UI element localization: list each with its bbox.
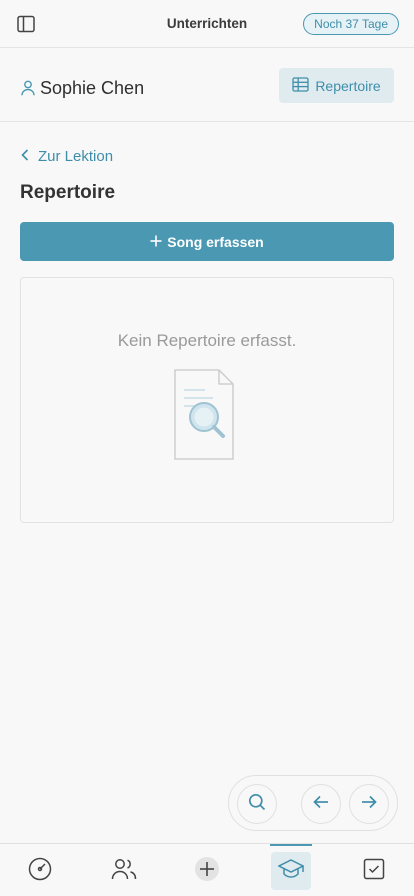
tab-tasks[interactable] (354, 852, 394, 890)
student-name: Sophie Chen (40, 78, 145, 98)
trial-days-badge[interactable]: Noch 37 Tage (303, 13, 399, 35)
top-bar: Unterrichten Noch 37 Tage (0, 0, 414, 48)
tab-add[interactable] (187, 852, 227, 890)
tab-dashboard[interactable] (20, 852, 60, 890)
document-search-icon (173, 368, 235, 462)
graduation-cap-icon (277, 858, 305, 885)
repertoire-button[interactable]: Repertoire (279, 68, 394, 103)
active-tab-indicator (270, 844, 312, 846)
search-button[interactable] (237, 784, 277, 824)
previous-button[interactable] (301, 784, 341, 824)
arrow-right-icon (361, 795, 377, 814)
chevron-left-icon (21, 148, 29, 165)
checkbox-icon (363, 858, 385, 885)
search-icon (248, 793, 266, 816)
arrow-left-icon (313, 795, 329, 814)
add-song-button[interactable]: Song erfassen (20, 222, 394, 261)
back-to-lesson-link[interactable]: Zur Lektion (21, 148, 113, 165)
plus-circle-icon (194, 856, 220, 887)
next-button[interactable] (349, 784, 389, 824)
section-title: Repertoire (20, 182, 116, 203)
empty-state-card: Kein Repertoire erfasst. (20, 277, 394, 523)
plus-icon (150, 234, 162, 250)
bottom-tab-bar (0, 843, 414, 896)
user-icon (21, 80, 35, 96)
tab-teaching[interactable] (271, 852, 311, 890)
back-link-label: Zur Lektion (38, 148, 114, 165)
users-icon (111, 857, 137, 886)
empty-state-text: Kein Repertoire erfasst. (117, 331, 297, 350)
floating-navigation (228, 775, 398, 831)
student-header: Sophie Chen Repertoire (0, 48, 414, 122)
dashboard-icon (28, 857, 52, 886)
table-icon (292, 76, 309, 95)
add-song-label: Song erfassen (167, 233, 264, 250)
repertoire-button-label: Repertoire (315, 77, 381, 94)
tab-students[interactable] (104, 852, 144, 890)
